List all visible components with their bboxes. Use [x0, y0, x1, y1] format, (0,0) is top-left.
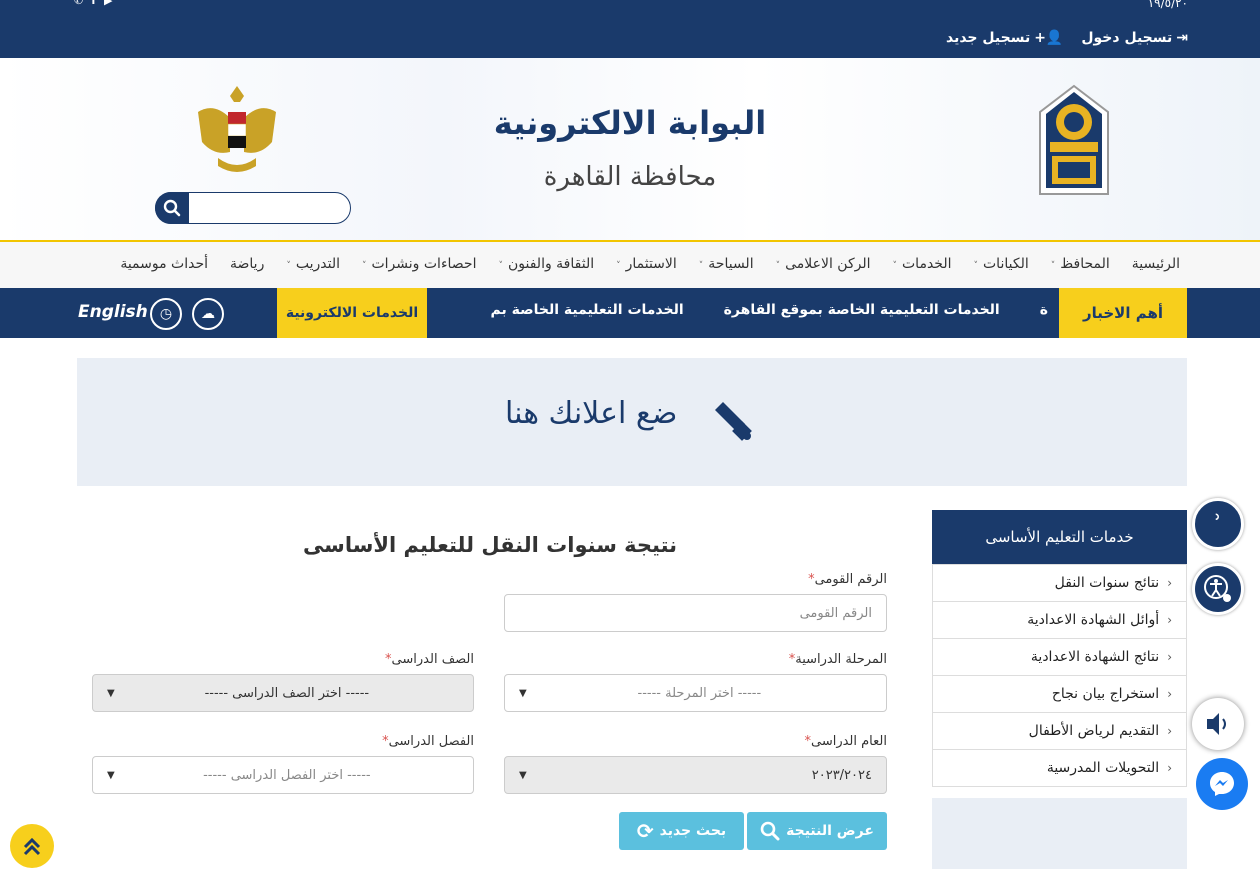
term-select[interactable]: ----- اختر الفصل الدراسى ----- ▼: [92, 756, 474, 794]
chevron-left-icon: ‹: [1167, 576, 1172, 590]
news-ticker[interactable]: ة الخدمات التعليمية الخاصة بموقع القاهرة…: [488, 302, 1048, 318]
messenger-button[interactable]: [1196, 758, 1248, 810]
national-id-label: الرقم القومى*: [808, 572, 887, 587]
chevron-down-icon: ˅: [775, 261, 781, 271]
chevron-down-icon: ▼: [519, 687, 527, 699]
site-subtitle: محافظة القاهرة: [543, 162, 717, 192]
language-switch[interactable]: English: [78, 302, 148, 322]
ad-text: ضع اعلانك هنا: [505, 396, 678, 431]
megaphone-icon: [715, 402, 752, 441]
chevron-down-icon: ▼: [107, 769, 115, 781]
search-icon: [760, 821, 780, 841]
year-select[interactable]: ٢٠٢٣/٢٠٢٤ ▼: [504, 756, 887, 794]
add-user-icon: 👤+: [1034, 30, 1064, 46]
chevron-down-icon: ˅: [498, 261, 503, 271]
sidebar-item[interactable]: ‹ التقديم لرياض الأطفال: [933, 712, 1186, 749]
nav-item[interactable]: أحداث موسمية: [120, 256, 208, 272]
weather-icon[interactable]: ☁: [192, 298, 224, 330]
auth-links: ⇥تسجيل دخول 👤+تسجيل جديد: [946, 30, 1188, 46]
news-item[interactable]: الخدمات التعليمية الخاصة بموقع القاهرة: [724, 302, 1000, 318]
eservices-button[interactable]: الخدمات الالكترونية: [277, 288, 427, 338]
ad-banner[interactable]: ضع اعلانك هنا: [77, 358, 1187, 486]
main-navigation: الرئيسية المحافظ˅ الكيانات˅ الخدمات˅ الركن ا…: [0, 242, 1260, 288]
search-button[interactable]: [155, 192, 189, 224]
chevron-left-icon: ‹: [1167, 650, 1172, 664]
login-icon: ⇥: [1176, 30, 1188, 46]
chevron-left-icon: ‹: [1167, 613, 1172, 627]
refresh-icon: ⟳: [636, 819, 654, 843]
sidebar-panel: [932, 798, 1187, 869]
news-bar: أهم الاخبار ة الخدمات التعليمية الخاصة ب…: [0, 288, 1260, 338]
nav-item[interactable]: المحافظ˅: [1051, 256, 1110, 272]
screen-reader-button[interactable]: [1192, 698, 1244, 750]
sidebar-title: خدمات التعليم الأساسى: [932, 510, 1187, 564]
double-chevron-up-icon: [23, 837, 41, 856]
form-title: نتيجة سنوات النقل للتعليم الأساسى: [302, 533, 678, 557]
sidebar-item[interactable]: ‹ أوائل الشهادة الاعدادية: [933, 601, 1186, 638]
cairo-governorate-logo[interactable]: [1036, 84, 1112, 198]
grade-label: الصف الدراسى*: [385, 652, 474, 667]
chevron-down-icon: ˅: [361, 261, 367, 271]
chevron-left-icon: ‹: [1167, 761, 1172, 775]
show-result-button[interactable]: عرض النتيجة: [747, 812, 887, 850]
clock-icon[interactable]: ◷: [150, 298, 182, 330]
chevron-down-icon: ˅: [616, 261, 621, 271]
top-bar: ١٩/٥/٢٠ ✆ f ▶ ⇥تسجيل دخول 👤+تسجيل جديد: [0, 0, 1260, 58]
nav-item[interactable]: الثقافة والفنون˅: [498, 256, 594, 272]
term-label: الفصل الدراسى*: [382, 734, 474, 749]
year-label: العام الدراسى*: [804, 734, 887, 749]
news-label: أهم الاخبار: [1059, 288, 1187, 338]
accessibility-settings-button[interactable]: [1192, 563, 1244, 615]
register-link[interactable]: 👤+تسجيل جديد: [946, 30, 1063, 46]
login-link[interactable]: ⇥تسجيل دخول: [1081, 30, 1188, 46]
sidebar-item[interactable]: ‹ استخراج بيان نجاح: [933, 675, 1186, 712]
egypt-eagle-emblem: [198, 86, 276, 172]
accessibility-icon: [1204, 575, 1231, 602]
hearing-accessibility-button[interactable]: ʾ: [1192, 498, 1244, 550]
grade-select[interactable]: ----- اختر الصف الدراسى ----- ▼: [92, 674, 474, 712]
chevron-down-icon: ˅: [973, 261, 979, 271]
sidebar-item[interactable]: ‹ التحويلات المدرسية: [933, 749, 1186, 786]
news-item[interactable]: الخدمات التعليمية الخاصة بم: [490, 302, 683, 318]
chevron-down-icon: ˅: [892, 261, 898, 271]
news-item[interactable]: ة: [1040, 302, 1048, 318]
stage-label: المرحلة الدراسية*: [788, 652, 887, 667]
facebook-icon[interactable]: f: [91, 0, 96, 7]
site-header: البوابة الالكترونية محافظة القاهرة: [0, 58, 1260, 242]
national-id-input[interactable]: الرقم القومى: [504, 594, 887, 632]
chevron-down-icon: ˅: [1050, 261, 1056, 271]
ear-icon: ʾ: [1214, 510, 1222, 538]
chevron-down-icon: ▼: [107, 687, 115, 699]
nav-item[interactable]: الكيانات˅: [974, 256, 1029, 272]
nav-item[interactable]: الرئيسية: [1132, 256, 1180, 272]
whatsapp-icon[interactable]: ✆: [74, 0, 83, 7]
nav-item[interactable]: الركن الاعلامى˅: [776, 256, 871, 272]
current-date: ١٩/٥/٢٠: [1147, 0, 1188, 10]
chevron-left-icon: ‹: [1167, 687, 1172, 701]
sidebar-item[interactable]: ‹ نتائج سنوات النقل: [933, 564, 1186, 601]
social-links: ✆ f ▶: [74, 0, 112, 7]
messenger-icon: [1210, 772, 1234, 796]
speaker-icon: [1207, 713, 1226, 735]
nav-item[interactable]: رياضة: [230, 256, 264, 272]
nav-item[interactable]: السياحة˅: [699, 256, 754, 272]
nav-item[interactable]: الخدمات˅: [893, 256, 952, 272]
sidebar-menu: ‹ نتائج سنوات النقل ‹ أوائل الشهادة الاعداد…: [932, 564, 1187, 787]
new-search-button[interactable]: بحث جديد ⟳: [619, 812, 744, 850]
chevron-down-icon: ▼: [519, 769, 527, 781]
stage-select[interactable]: ----- اختر المرحلة ----- ▼: [504, 674, 887, 712]
youtube-icon[interactable]: ▶: [104, 0, 112, 7]
back-to-top-button[interactable]: [10, 824, 54, 868]
nav-item[interactable]: احصاءات ونشرات˅: [362, 256, 477, 272]
chevron-left-icon: ‹: [1167, 724, 1172, 738]
nav-item[interactable]: الاستثمار˅: [616, 256, 677, 272]
search-icon: [163, 199, 181, 217]
chevron-down-icon: ˅: [286, 261, 291, 271]
nav-item[interactable]: التدريب˅: [286, 256, 340, 272]
sidebar-item[interactable]: ‹ نتائج الشهادة الاعدادية: [933, 638, 1186, 675]
chevron-down-icon: ˅: [698, 261, 704, 271]
site-title: البوابة الالكترونية: [493, 104, 767, 142]
